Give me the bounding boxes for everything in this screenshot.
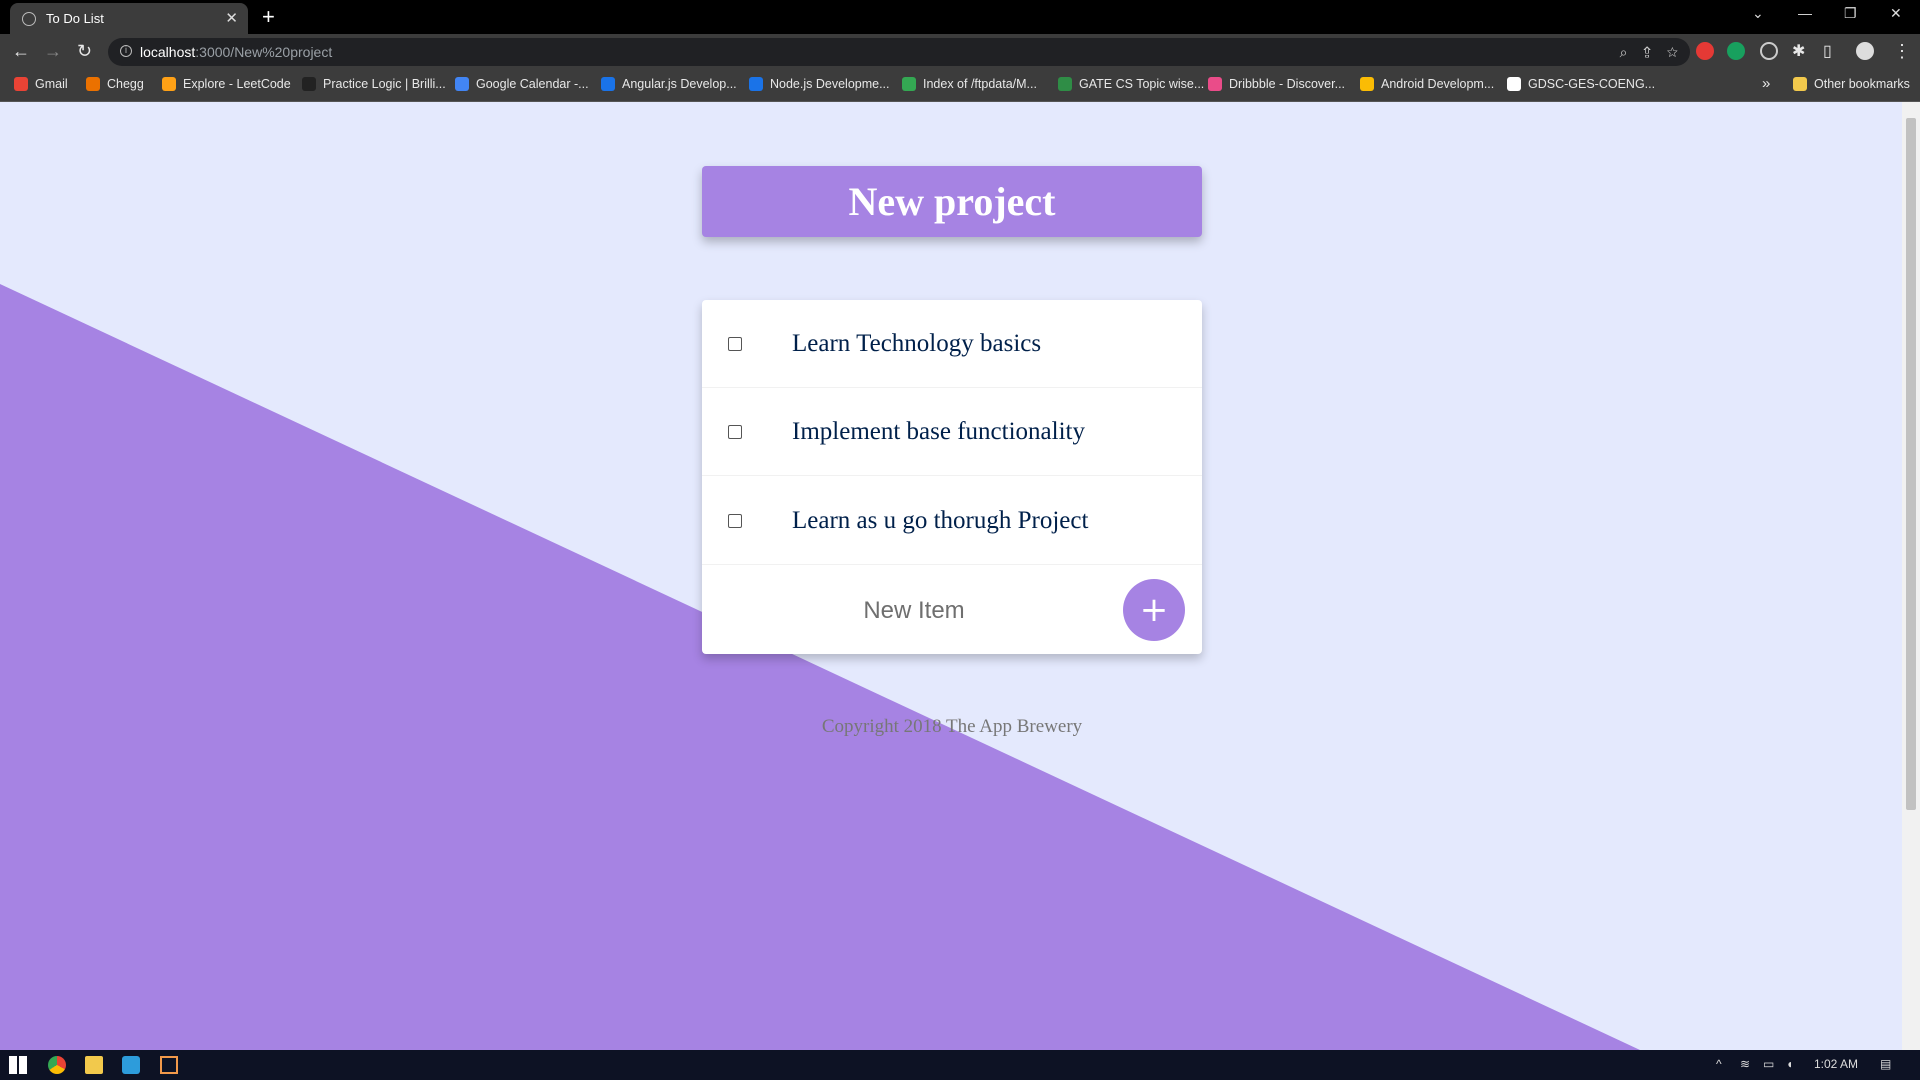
omnibox-actions: ⌕ ⇪ ☆ [1620,38,1678,66]
list-item: Learn Technology basics [702,300,1202,388]
extension-green-icon[interactable] [1727,42,1745,60]
item-checkbox[interactable] [728,337,742,351]
bookmark-star-icon[interactable]: ☆ [1667,44,1678,60]
brilliant-icon [302,77,316,91]
folder-icon [1793,77,1807,91]
vscode-icon[interactable] [122,1056,140,1074]
leetcode-icon [162,77,176,91]
zoom-icon[interactable]: ⌕ [1620,44,1628,60]
browser-tab[interactable]: To Do List ✕ [10,3,248,34]
bookmark-item[interactable]: Gmail [14,77,68,91]
clock-time[interactable]: 1:02 AM [1814,1057,1858,1071]
new-tab-button[interactable]: + [262,4,275,30]
side-panel-icon[interactable]: ▯ [1823,41,1832,61]
bookmark-item[interactable]: Dribbble - Discover... [1208,77,1345,91]
page-scrollbar[interactable] [1902,102,1920,1050]
forward-icon[interactable]: → [44,41,62,62]
bookmark-item[interactable]: Explore - LeetCode [162,77,291,91]
app-taskbar-icon[interactable] [160,1056,178,1074]
bookmark-item[interactable]: Node.js Developme... [749,77,890,91]
item-text: Learn Technology basics [792,330,1042,357]
item-text: Learn as u go thorugh Project [792,507,1089,534]
tab-close-icon[interactable]: ✕ [225,9,238,27]
chrome-taskbar-icon[interactable] [48,1056,66,1074]
tab-title: To Do List [46,11,104,26]
bookmark-item[interactable]: Chegg [86,77,144,91]
windows-start-icon[interactable] [9,1056,27,1074]
item-text: Implement base functionality [792,418,1085,445]
bookmarks-bar: Gmail Chegg Explore - LeetCode Practice … [0,70,1920,102]
file-explorer-icon[interactable] [85,1056,103,1074]
page-viewport: New project Learn Technology basics Impl… [0,102,1902,1050]
share-icon[interactable]: ⇪ [1643,44,1651,60]
url-path: :3000/New%20project [195,44,333,60]
battery-icon[interactable]: ▭ [1763,1057,1774,1071]
back-icon[interactable]: ← [12,41,30,62]
page-title: New project [848,179,1056,224]
globe-icon [22,11,36,26]
bookmark-item[interactable]: GDSC-GES-COENG... [1507,77,1655,91]
reload-icon[interactable]: ↻ [77,41,92,62]
windows-taskbar: ^ ≋ ▭ ◖ 1:02 AM ▤ [0,1050,1920,1080]
browser-tab-strip: To Do List ✕ + ⌄ — ❐ ✕ [0,0,1920,34]
restore-icon[interactable]: ❐ [1844,5,1857,22]
adblock-icon[interactable] [1696,42,1714,60]
bookmarks-overflow-icon[interactable]: » [1762,75,1770,92]
gmail-icon [14,77,28,91]
volume-icon[interactable]: ◖ [1786,1057,1793,1071]
is-icon [601,77,615,91]
footer-copyright: Copyright 2018 The App Brewery [821,716,1083,737]
site-info-icon[interactable]: i [120,45,132,57]
bookmark-item[interactable]: Android Developm... [1360,77,1494,91]
bookmark-item[interactable]: Practice Logic | Brilli... [302,77,446,91]
bookmark-item[interactable]: GATE CS Topic wise... [1058,77,1204,91]
bookmark-item[interactable]: Index of /ftpdata/M... [902,77,1037,91]
notifications-icon[interactable]: ▤ [1880,1057,1891,1071]
extensions-puzzle-icon[interactable]: ✱ [1792,41,1805,61]
profile-avatar[interactable] [1856,42,1874,60]
new-item-input[interactable] [762,590,1066,632]
list-item: Learn as u go thorugh Project [702,477,1202,565]
tray-chevron-icon[interactable]: ^ [1716,1057,1722,1071]
drive-icon [1360,77,1374,91]
menu-dots-icon[interactable]: ⋮ [1893,41,1911,62]
minimize-icon[interactable]: — [1798,5,1812,21]
browser-toolbar: ← → ↻ i localhost:3000/New%20project ⌕ ⇪… [0,34,1920,70]
item-checkbox[interactable] [728,425,742,439]
add-item-button[interactable]: + [1123,579,1185,641]
is-icon [749,77,763,91]
react-devtools-icon[interactable] [1760,42,1778,60]
window-close-icon[interactable]: ✕ [1890,5,1902,22]
github-icon [1507,77,1521,91]
list-item: Implement base functionality [702,388,1202,476]
address-bar[interactable]: i localhost:3000/New%20project ⌕ ⇪ ☆ [108,38,1690,66]
wifi-icon[interactable]: ≋ [1740,1057,1750,1071]
gfg-icon [1058,77,1072,91]
url-host: localhost [140,44,196,60]
item-checkbox[interactable] [728,514,742,528]
dribbble-icon [1208,77,1222,91]
bookmark-item[interactable]: Angular.js Develop... [601,77,737,91]
calendar-icon [455,77,469,91]
bookmark-item[interactable]: Google Calendar -... [455,77,589,91]
chegg-icon [86,77,100,91]
other-bookmarks[interactable]: Other bookmarks [1793,77,1910,91]
todo-list: Learn Technology basics Implement base f… [702,300,1202,654]
new-item-form: + [702,566,1202,654]
globe-icon [902,77,916,91]
heading-box: New project [702,166,1202,237]
scrollbar-thumb[interactable] [1906,118,1916,810]
tab-search-icon[interactable]: ⌄ [1752,5,1764,22]
